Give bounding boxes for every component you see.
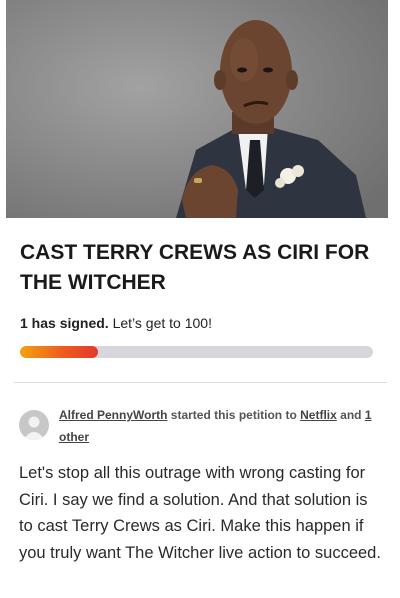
others-label-link[interactable]: other — [59, 430, 89, 444]
petition-title: CAST TERRY CREWS AS CIRI FOR THE WITCHER — [20, 241, 370, 294]
avatar[interactable] — [19, 410, 49, 440]
signature-progress-fill — [20, 346, 98, 358]
petition-starter-line: Alfred PennyWorth started this petition … — [59, 404, 377, 448]
started-text: started this petition to — [170, 408, 297, 422]
signature-progress-bar — [20, 346, 373, 358]
user-avatar-icon — [23, 416, 45, 440]
and-text: and — [340, 408, 362, 422]
section-divider — [14, 382, 387, 383]
goal-text: Let’s get to 100! — [112, 315, 212, 331]
signed-count: 1 has signed. — [20, 315, 109, 331]
petition-description: Let's stop all this outrage with wrong c… — [19, 464, 381, 562]
petition-hero-image — [6, 0, 388, 218]
target-link[interactable]: Netflix — [300, 408, 337, 422]
starter-name-link[interactable]: Alfred PennyWorth — [59, 408, 167, 422]
others-count-link[interactable]: 1 — [365, 408, 372, 422]
signature-status: 1 has signed. Let’s get to 100! — [20, 315, 212, 331]
